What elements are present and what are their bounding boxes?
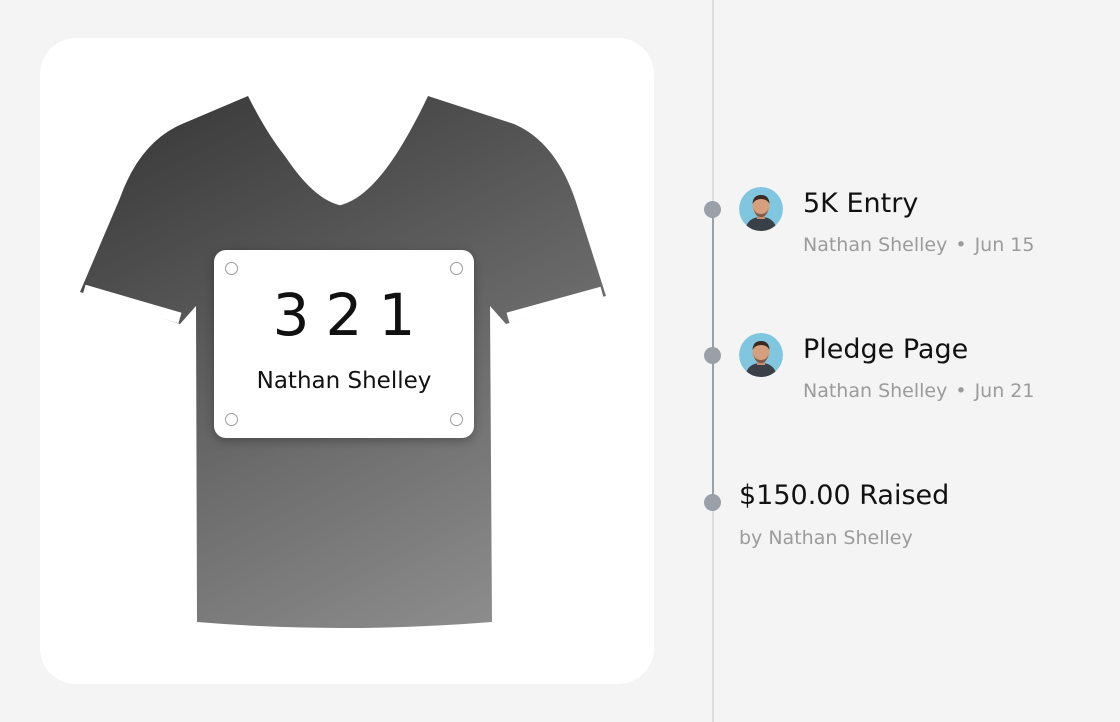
avatar xyxy=(739,333,783,377)
avatar xyxy=(739,187,783,231)
event-date: Jun 15 xyxy=(974,234,1035,256)
bib-hole xyxy=(225,262,238,275)
bib-number: 321 xyxy=(272,281,432,349)
event-meta: Nathan Shelley • Jun 21 xyxy=(803,380,1034,402)
meta-separator: • xyxy=(955,380,967,402)
timeline-dot xyxy=(704,347,721,364)
timeline-dot xyxy=(704,494,721,511)
event-author: Nathan Shelley xyxy=(803,234,948,256)
meta-separator: • xyxy=(955,234,967,256)
bib-hole xyxy=(450,413,463,426)
avatar-icon xyxy=(739,333,783,377)
bib-hole xyxy=(450,262,463,275)
bib-hole xyxy=(225,413,238,426)
bib-runner-name: Nathan Shelley xyxy=(256,368,432,394)
event-date: Jun 21 xyxy=(974,380,1035,402)
event-title: $150.00 Raised xyxy=(739,480,950,511)
event-author: Nathan Shelley xyxy=(803,380,948,402)
event-title: 5K Entry xyxy=(803,188,919,219)
avatar-icon xyxy=(739,187,783,231)
event-byline: by Nathan Shelley xyxy=(739,527,913,549)
timeline-dot xyxy=(704,201,721,218)
event-meta: Nathan Shelley • Jun 15 xyxy=(803,234,1034,256)
jersey-card: 321 Nathan Shelley xyxy=(40,38,654,684)
race-bib: 321 Nathan Shelley xyxy=(214,250,474,438)
event-title: Pledge Page xyxy=(803,334,969,365)
